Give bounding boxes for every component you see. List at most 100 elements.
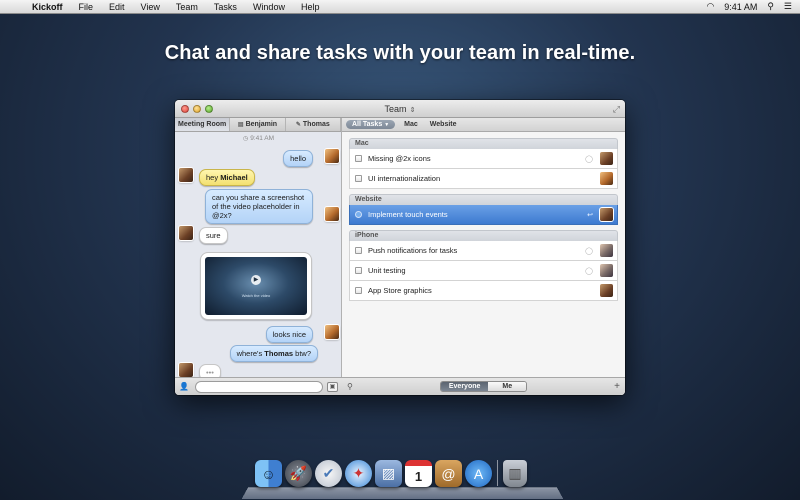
tab-meeting-room[interactable]: Meeting Room: [175, 118, 231, 131]
tab-label: Benjamin: [245, 121, 278, 128]
add-task-icon[interactable]: +: [614, 381, 620, 392]
finder-icon[interactable]: ☺: [255, 460, 282, 487]
preview-icon[interactable]: ▨: [375, 460, 402, 487]
group-header: iPhone: [349, 230, 618, 241]
video-caption: Watch the video: [241, 292, 271, 298]
avatar[interactable]: [179, 168, 193, 182]
tab-label: Meeting Room: [178, 121, 227, 128]
tab-thomas[interactable]: ✎ Thomas: [286, 118, 341, 131]
task-checkbox[interactable]: [355, 175, 362, 182]
safari-icon[interactable]: ✦: [345, 460, 372, 487]
menu-bar: Kickoff File Edit View Team Tasks Window…: [0, 0, 800, 14]
segment-everyone[interactable]: Everyone: [440, 382, 489, 391]
chevron-down-icon: ▼: [384, 122, 390, 128]
assignee-avatar[interactable]: [600, 172, 613, 185]
trash-icon[interactable]: ▥: [503, 460, 527, 487]
avatar[interactable]: [179, 226, 193, 240]
chat-transcript[interactable]: ◷ 9:41 AM hello hey Michael can you share…: [175, 132, 342, 377]
task-checkbox[interactable]: [355, 247, 362, 254]
task-list: Mac Missing @2x icons ◯ UI international…: [342, 132, 625, 377]
filter-website[interactable]: Website: [427, 121, 460, 128]
avatar[interactable]: [179, 363, 193, 377]
assignee-avatar[interactable]: [600, 244, 613, 257]
menu-app-name[interactable]: Kickoff: [26, 0, 71, 14]
spotlight-search-icon[interactable]: ⚲: [767, 1, 774, 12]
title-bar[interactable]: Team ⇕ ⤢: [175, 100, 625, 118]
message-text: looks nice: [272, 330, 306, 339]
dock-separator: [497, 460, 498, 486]
message-bubble: hey Michael: [199, 169, 255, 186]
video-attachment[interactable]: ▶ Watch the video: [200, 252, 312, 320]
attach-icon[interactable]: ▣: [327, 381, 338, 392]
chat-pane: Meeting Room ▤ Benjamin ✎ Thomas ◷ 9:41 A…: [175, 118, 342, 395]
comment-icon[interactable]: ↩: [587, 211, 593, 219]
chat-input-bar: 👤 ▣: [175, 377, 342, 395]
menu-tasks[interactable]: Tasks: [206, 0, 245, 14]
typing-indicator: •••: [199, 364, 221, 377]
add-user-icon[interactable]: 👤: [179, 382, 191, 391]
segment-me[interactable]: Me: [488, 382, 527, 391]
task-filter-bar: All Tasks ▼ Mac Website: [342, 118, 625, 132]
menu-window[interactable]: Window: [245, 0, 293, 14]
headline: Chat and share tasks with your team in r…: [164, 42, 636, 64]
task-group-mac: Mac Missing @2x icons ◯ UI international…: [349, 138, 618, 189]
task-label: Unit testing: [368, 266, 406, 275]
task-row-selected[interactable]: Implement touch events ↩: [349, 205, 618, 225]
kickoff-icon[interactable]: ✔: [315, 460, 342, 487]
notification-center-icon[interactable]: ☰: [784, 1, 792, 12]
app-store-icon[interactable]: A: [465, 460, 492, 487]
clock-icon: ◷: [242, 136, 249, 142]
avatar[interactable]: [325, 149, 339, 163]
task-checkbox[interactable]: [355, 211, 362, 218]
comment-icon[interactable]: ◯: [585, 155, 593, 163]
task-label: UI internationalization: [368, 174, 441, 183]
menu-view[interactable]: View: [133, 0, 168, 14]
task-row[interactable]: Push notifications for tasks ◯: [349, 241, 618, 261]
typing-dots: •••: [206, 368, 214, 377]
calendar-icon[interactable]: 1: [405, 460, 432, 487]
menu-help[interactable]: Help: [293, 0, 328, 14]
task-checkbox[interactable]: [355, 267, 362, 274]
play-icon[interactable]: ▶: [251, 275, 261, 286]
task-checkbox[interactable]: [355, 287, 362, 294]
avatar[interactable]: [325, 325, 339, 339]
message-bubble: looks nice: [265, 326, 313, 343]
filter-all-tasks[interactable]: All Tasks ▼: [346, 120, 396, 129]
mention: Michael: [220, 173, 248, 182]
menu-team[interactable]: Team: [168, 0, 206, 14]
kickoff-window: Team ⇕ ⤢ Meeting Room ▤ Benjamin ✎ Thomas…: [175, 100, 625, 395]
task-row[interactable]: Unit testing ◯: [349, 261, 618, 281]
team-selector[interactable]: Team ⇕: [175, 104, 625, 114]
menu-file[interactable]: File: [71, 0, 102, 14]
message-text: hello: [290, 154, 306, 163]
search-icon[interactable]: ⚲: [347, 382, 353, 391]
message-bubble: sure: [199, 227, 228, 244]
menu-clock[interactable]: 9:41 AM: [724, 2, 757, 12]
avatar[interactable]: [325, 207, 339, 221]
wifi-icon[interactable]: ◠: [706, 1, 714, 12]
task-row[interactable]: App Store graphics: [349, 281, 618, 301]
tab-benjamin[interactable]: ▤ Benjamin: [230, 118, 286, 131]
message-input[interactable]: [195, 380, 323, 393]
task-checkbox[interactable]: [355, 155, 362, 162]
filter-mac[interactable]: Mac: [401, 121, 421, 128]
task-row[interactable]: UI internationalization: [349, 169, 618, 189]
assignee-segmented-control: Everyone Me: [439, 381, 528, 392]
comment-icon[interactable]: ◯: [585, 247, 593, 255]
assignee-avatar[interactable]: [600, 284, 613, 297]
message-bubble: where's Thomas btw?: [229, 345, 318, 362]
task-row[interactable]: Missing @2x icons ◯: [349, 149, 618, 169]
contacts-icon[interactable]: @: [435, 460, 462, 487]
chat-bubble-icon: ▤: [237, 122, 244, 128]
assignee-avatar[interactable]: [600, 152, 613, 165]
assignee-avatar[interactable]: [600, 264, 613, 277]
message-text: can you share a screenshot of the video …: [212, 193, 305, 220]
fullscreen-icon[interactable]: ⤢: [613, 104, 620, 115]
timestamp-text: 9:41 AM: [250, 135, 275, 142]
video-thumbnail[interactable]: ▶ Watch the video: [205, 257, 307, 315]
assignee-avatar[interactable]: [600, 208, 613, 221]
comment-icon[interactable]: ◯: [585, 267, 593, 275]
menu-edit[interactable]: Edit: [101, 0, 133, 14]
launchpad-icon[interactable]: 🚀: [285, 460, 312, 487]
filter-label: All Tasks: [352, 121, 383, 128]
